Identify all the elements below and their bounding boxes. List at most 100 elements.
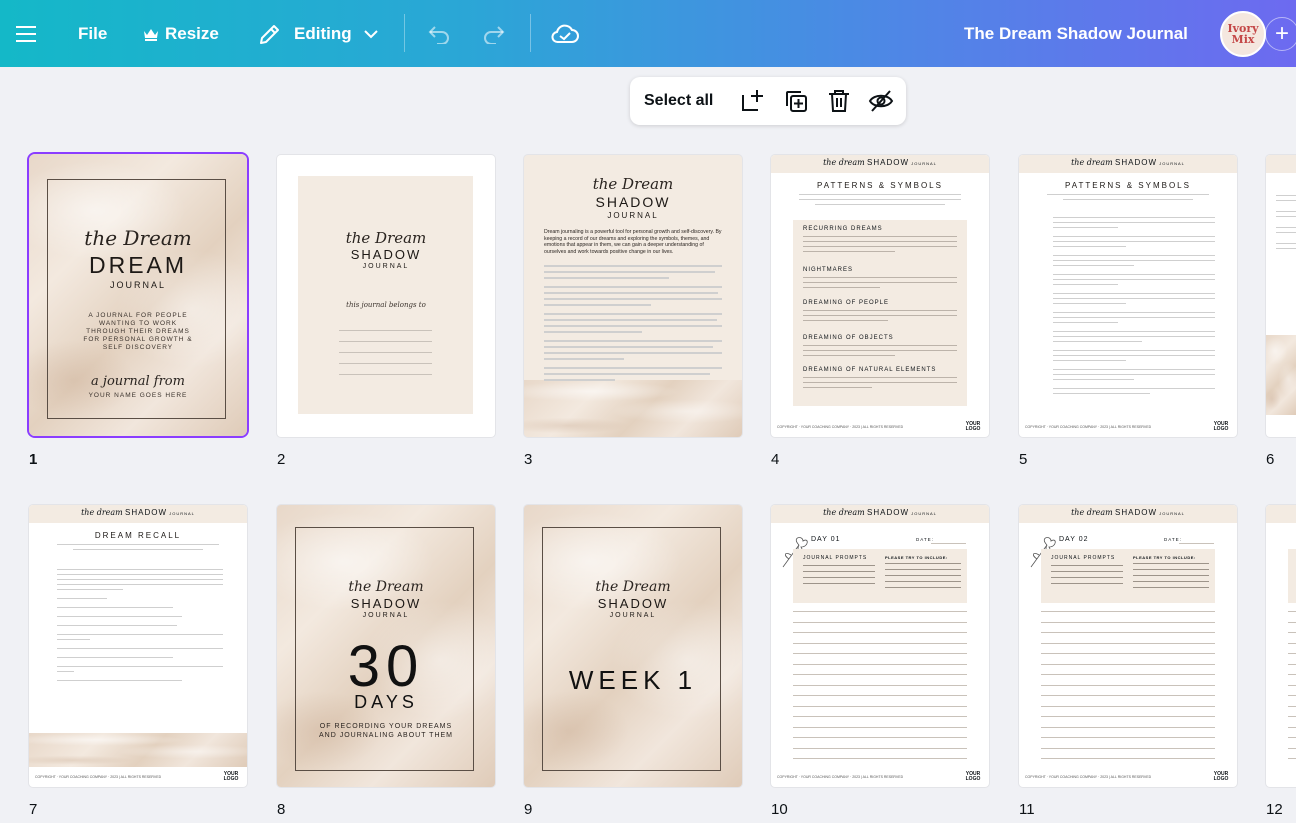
- body-text-block: [544, 265, 722, 385]
- writing-line: [1288, 621, 1296, 623]
- include-heading: PLEASE TRY TO INCLUDE:: [1133, 555, 1196, 560]
- section-heading: DREAMING OF PEOPLE: [803, 300, 890, 306]
- writing-line: [793, 684, 967, 686]
- page-subtitle: JOURNAL: [607, 211, 659, 220]
- page-title: SHADOW: [350, 247, 422, 262]
- redo-icon: [484, 25, 505, 44]
- page-number-1: 1: [29, 451, 38, 468]
- page-thumbnail-5[interactable]: the dream SHADOW JOURNAL PATTERNS & SYMB…: [1019, 155, 1237, 437]
- header-logo: the dream SHADOW JOURNAL: [1071, 158, 1185, 167]
- file-menu-button[interactable]: File: [78, 0, 107, 67]
- page-script-title: the Dream: [592, 175, 674, 193]
- page-thumbnail-3[interactable]: the Dream SHADOW JOURNAL Dream journalin…: [524, 155, 742, 437]
- sections-panel: RECURRING DREAMS NIGHTMARES DREAMING OF …: [793, 220, 967, 406]
- cover-script-title: the Dream: [84, 226, 192, 250]
- writing-line: [793, 726, 967, 728]
- hide-icon[interactable]: [868, 88, 894, 114]
- date-label: DATE:: [916, 537, 934, 542]
- prompts-heading: JOURNAL PROMPTS: [803, 555, 868, 561]
- add-page-icon[interactable]: [739, 88, 765, 114]
- writing-line: [1041, 705, 1215, 707]
- writing-line: [1041, 632, 1215, 633]
- page-thumbnail-10[interactable]: the dream SHADOW JOURNAL DAY 01 DATE: JO…: [771, 505, 989, 787]
- writing-line: [1288, 611, 1296, 612]
- add-collaborator-button[interactable]: +: [1265, 17, 1296, 51]
- header-logo: the dream SHADOW JOURNAL: [823, 158, 937, 167]
- page-thumbnail-12[interactable]: [1266, 505, 1296, 787]
- day-label: DAY 01: [811, 536, 841, 543]
- resize-button[interactable]: Resize: [143, 0, 219, 67]
- page-title: SHADOW: [597, 596, 669, 611]
- page-frame: [542, 527, 721, 771]
- pencil-icon: [260, 24, 279, 44]
- prompts-panel: JOURNAL PROMPTS PLEASE TRY TO INCLUDE:: [1041, 549, 1215, 603]
- writing-line: [1041, 684, 1215, 686]
- writing-line: [1288, 705, 1296, 707]
- plus-icon: +: [1274, 20, 1289, 47]
- writing-line: [793, 695, 967, 696]
- intro-text: [799, 194, 961, 209]
- footer-logo: YOUR LOGO: [223, 771, 239, 782]
- trash-icon[interactable]: [826, 88, 852, 114]
- header-logo: the dream SHADOW JOURNAL: [823, 508, 937, 517]
- writing-line: [1288, 758, 1296, 759]
- editing-mode-dropdown[interactable]: Editing: [258, 0, 378, 67]
- writing-line: [1041, 737, 1215, 738]
- footer-logo: YOUR LOGO: [965, 421, 981, 432]
- duplicate-icon[interactable]: [783, 88, 809, 114]
- footer-copyright: COPYRIGHT · YOUR COACHING COMPANY · 2023…: [1025, 425, 1152, 429]
- page-number-5: 5: [1019, 451, 1028, 468]
- hamburger-icon: [16, 25, 36, 42]
- save-status-button[interactable]: [551, 0, 579, 67]
- page-thumbnail-8[interactable]: the Dream SHADOW JOURNAL 30 DAYS OF RECO…: [277, 505, 495, 787]
- section-heading: DREAMING OF OBJECTS: [803, 335, 894, 341]
- days-caption: OF RECORDING YOUR DREAMS AND JOURNALING …: [318, 723, 454, 739]
- page-thumbnail-6[interactable]: [1266, 155, 1296, 437]
- writing-line: [793, 747, 967, 749]
- page-header-band: the dream SHADOW JOURNAL: [1019, 155, 1237, 173]
- symbols-list: [1053, 217, 1215, 398]
- editor-topbar: File Resize Editing The Dream Shadow Jou…: [0, 0, 1296, 67]
- day-label: DAY 02: [1059, 536, 1089, 543]
- undo-icon: [428, 25, 449, 44]
- writing-line: [1288, 653, 1296, 654]
- select-all-button[interactable]: Select all: [644, 77, 713, 125]
- writing-line: [793, 642, 967, 644]
- belongs-to-label: this journal belongs to: [346, 301, 426, 309]
- page-thumbnail-9[interactable]: the Dream SHADOW JOURNAL WEEK 1: [524, 505, 742, 787]
- writing-line: [1288, 747, 1296, 749]
- writing-line: [793, 716, 967, 717]
- page-subtitle: JOURNAL: [609, 612, 657, 619]
- silk-band: [29, 733, 247, 767]
- intro-text: [57, 544, 219, 554]
- page-thumbnail-7[interactable]: the dream SHADOW JOURNAL DREAM RECALL CO…: [29, 505, 247, 787]
- prompts-panel: JOURNAL PROMPTS PLEASE TRY TO INCLUDE:: [793, 549, 967, 603]
- avatar[interactable]: Ivory Mix: [1220, 11, 1266, 57]
- silk-band: [524, 380, 742, 437]
- writing-line: [793, 621, 967, 623]
- footer-copyright: COPYRIGHT · YOUR COACHING COMPANY · 2023…: [777, 775, 904, 779]
- writing-line: [1288, 684, 1296, 686]
- redo-button[interactable]: [482, 0, 506, 67]
- page-thumbnail-4[interactable]: the dream SHADOW JOURNAL PATTERNS & SYMB…: [771, 155, 989, 437]
- page-title: SHADOW: [595, 194, 671, 210]
- page-thumbnail-1[interactable]: the Dream DREAM JOURNAL A JOURNAL FOR PE…: [29, 154, 247, 436]
- header-logo: the dream SHADOW JOURNAL: [81, 508, 195, 517]
- footer-copyright: COPYRIGHT · YOUR COACHING COMPANY · 2023…: [777, 425, 904, 429]
- writing-line: [1288, 663, 1296, 665]
- cover-subtitle: JOURNAL: [109, 280, 166, 290]
- page-thumbnail-2[interactable]: the Dream SHADOW JOURNAL this journal be…: [277, 155, 495, 437]
- page-selection-toolbar: Select all: [630, 77, 906, 125]
- page-title: SHADOW: [350, 596, 422, 611]
- chevron-down-icon: [363, 29, 378, 38]
- main-menu-button[interactable]: [16, 0, 36, 67]
- writing-line: [1041, 695, 1215, 696]
- writing-line: [1041, 726, 1215, 728]
- undo-button[interactable]: [427, 0, 451, 67]
- toolbar-divider: [404, 14, 405, 52]
- page-number-9: 9: [524, 801, 533, 818]
- page-thumbnail-11[interactable]: the dream SHADOW JOURNAL DAY 02 DATE: JO…: [1019, 505, 1237, 787]
- section-heading: NIGHTMARES: [803, 267, 854, 273]
- document-title[interactable]: The Dream Shadow Journal: [964, 0, 1188, 67]
- writing-line: [793, 632, 967, 633]
